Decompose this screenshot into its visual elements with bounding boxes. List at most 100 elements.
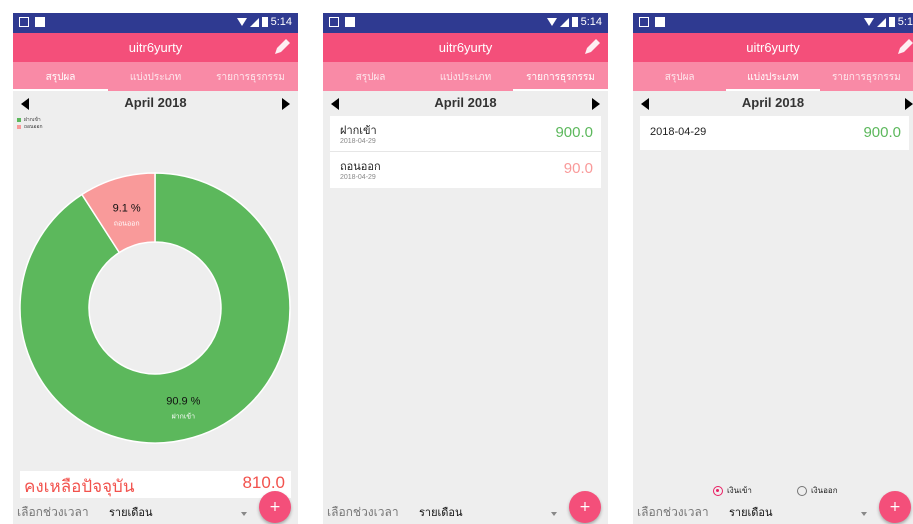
battery-icon [261, 17, 268, 27]
month-label: April 2018 [434, 95, 497, 110]
app-title: uitr6yurty [746, 40, 800, 55]
clock: 5:14 [580, 16, 602, 28]
donut-slice-percent-1: 9.1 % [113, 203, 141, 215]
tab-transactions[interactable]: รายการธุรกรรม [203, 62, 298, 91]
pencil-icon[interactable] [272, 37, 292, 57]
balance-value: 810.0 [242, 473, 285, 492]
tab-transactions[interactable]: รายการธุรกรรม [513, 62, 608, 91]
status-bar: 5:1 [633, 13, 913, 33]
tab-category[interactable]: แบ่งประเภท [108, 62, 203, 91]
month-label: April 2018 [741, 95, 805, 110]
radio-income[interactable]: เงินเข้า [713, 484, 752, 497]
image-notification-icon [639, 17, 649, 27]
period-value[interactable]: รายเดือน [419, 503, 463, 521]
battery-icon [571, 17, 578, 27]
donut-slice-label-1: ถอนออก [114, 220, 140, 228]
type-radio-group: เงินเข้า เงินออก [633, 483, 913, 499]
period-selector[interactable]: เลือกช่วงเวลา รายเดือน [633, 498, 913, 524]
period-value[interactable]: รายเดือน [729, 503, 773, 521]
wifi-icon [236, 18, 247, 26]
donut-chart[interactable]: 90.9 % ฝากเข้า 9.1 % ถอนออก [13, 143, 298, 463]
daily-list: 2018-04-29 900.0 [640, 116, 909, 150]
tab-bar: สรุปผล แบ่งประเภท รายการธุรกรรม [323, 62, 608, 91]
app-notification-icon [345, 17, 355, 27]
app-title: uitr6yurty [128, 40, 183, 55]
item-date: 2018-04-29 [650, 126, 707, 138]
month-label: April 2018 [124, 95, 187, 110]
item-amount: 900.0 [863, 124, 901, 141]
radio-expense-label: เงินออก [811, 486, 838, 495]
wifi-icon [863, 18, 874, 26]
app-toolbar: uitr6yurty [13, 33, 298, 62]
legend-item-expense: ถอนออก [17, 124, 42, 131]
period-label: เลือกช่วงเวลา [17, 505, 89, 519]
tab-bar: สรุปผล แบ่งประเภท รายการธุรกรรม [13, 62, 298, 91]
clock: 5:1 [897, 16, 913, 28]
transaction-list: ฝากเข้า 2018-04-29 900.0 ถอนออก 2018-04-… [330, 116, 601, 188]
tab-summary[interactable]: สรุปผล [323, 62, 418, 91]
dropdown-arrow-icon[interactable] [551, 512, 557, 516]
transactions-screen: 5:1 uitr6yurty สรุปผล แบ่งประเภท รายการธ… [633, 13, 913, 524]
tab-category[interactable]: แบ่งประเภท [726, 62, 820, 91]
next-month-icon[interactable] [282, 98, 290, 110]
balance-card: คงเหลือปัจจุบัน 810.0 [20, 471, 291, 498]
item-date: 2018-04-29 [340, 138, 376, 145]
battery-icon [888, 17, 895, 27]
summary-screen: 5:14 uitr6yurty สรุปผล แบ่งประเภท รายการ… [13, 13, 298, 524]
legend-label-expense: ถอนออก [24, 124, 43, 130]
signal-icon [249, 17, 259, 27]
image-notification-icon [19, 17, 29, 27]
item-amount: 90.0 [563, 160, 593, 177]
tab-bar: สรุปผล แบ่งประเภท รายการธุรกรรม [633, 62, 913, 91]
add-button[interactable]: + [879, 491, 911, 523]
radio-expense[interactable]: เงินออก [797, 484, 838, 497]
item-name: ถอนออก [340, 160, 381, 173]
pencil-icon[interactable] [895, 37, 913, 57]
pencil-icon[interactable] [582, 37, 602, 57]
legend-item-income: ฝากเข้า [17, 117, 42, 124]
app-notification-icon [35, 17, 45, 27]
radio-checked-icon[interactable] [713, 485, 723, 496]
balance-label: คงเหลือปัจจุบัน [24, 477, 135, 497]
month-navigator: April 2018 [13, 91, 298, 113]
period-value[interactable]: รายเดือน [109, 503, 153, 521]
app-toolbar: uitr6yurty [633, 33, 913, 62]
donut-slice-label-0: ฝากเข้า [172, 412, 195, 420]
image-notification-icon [329, 17, 339, 27]
period-label: เลือกช่วงเวลา [637, 505, 709, 519]
radio-income-label: เงินเข้า [727, 486, 752, 495]
clock: 5:14 [270, 16, 292, 28]
dropdown-arrow-icon[interactable] [241, 512, 247, 516]
add-button[interactable]: + [569, 491, 601, 523]
status-bar: 5:14 [13, 13, 298, 33]
item-amount: 900.0 [555, 124, 593, 141]
signal-icon [876, 17, 886, 27]
period-selector[interactable]: เลือกช่วงเวลา รายเดือน [323, 498, 608, 524]
list-item[interactable]: ฝากเข้า 2018-04-29 900.0 [330, 116, 601, 152]
app-toolbar: uitr6yurty [323, 33, 608, 62]
month-navigator: April 2018 [633, 91, 913, 113]
legend-swatch-income [17, 117, 21, 122]
list-item[interactable]: 2018-04-29 900.0 [640, 116, 909, 150]
chart-legend: ฝากเข้า ถอนออก [17, 117, 42, 131]
next-month-icon[interactable] [905, 98, 913, 110]
tab-transactions[interactable]: รายการธุรกรรม [820, 62, 913, 91]
radio-unchecked-icon[interactable] [797, 485, 807, 496]
list-item[interactable]: ถอนออก 2018-04-29 90.0 [330, 152, 601, 188]
wifi-icon [546, 18, 557, 26]
period-label: เลือกช่วงเวลา [327, 505, 399, 519]
period-selector[interactable]: เลือกช่วงเวลา รายเดือน [13, 498, 298, 524]
add-button[interactable]: + [259, 491, 291, 523]
tab-summary[interactable]: สรุปผล [13, 62, 108, 91]
signal-icon [559, 17, 569, 27]
app-notification-icon [655, 17, 665, 27]
dropdown-arrow-icon[interactable] [861, 512, 867, 516]
next-month-icon[interactable] [592, 98, 600, 110]
tab-summary[interactable]: สรุปผล [633, 62, 726, 91]
item-date: 2018-04-29 [340, 174, 376, 181]
category-screen: 5:14 uitr6yurty สรุปผล แบ่งประเภท รายการ… [323, 13, 608, 524]
app-title: uitr6yurty [438, 40, 493, 55]
month-navigator: April 2018 [323, 91, 608, 113]
tab-category[interactable]: แบ่งประเภท [418, 62, 513, 91]
donut-slice-percent-0: 90.9 % [166, 395, 200, 407]
